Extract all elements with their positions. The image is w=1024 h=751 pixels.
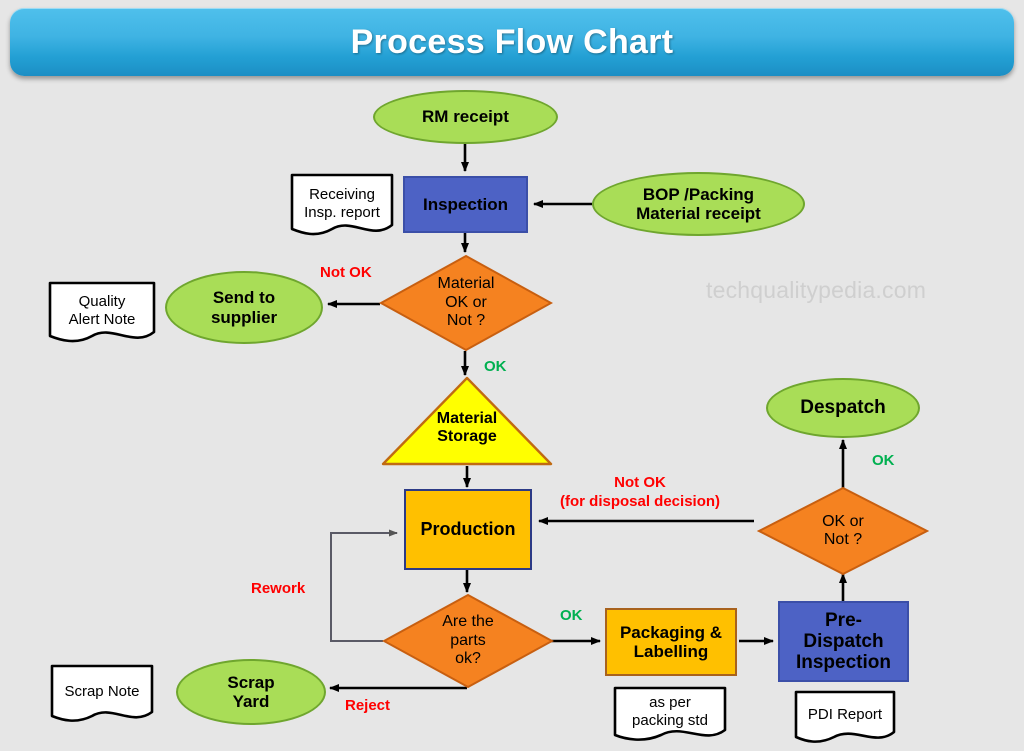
node-material-decision[interactable]: Material OK or Not ? [379, 254, 553, 352]
node-label-ok-or-not-decision: OK or Not ? [757, 486, 929, 576]
doc-text: PDI Report [807, 706, 883, 723]
node-pre-dispatch-inspection[interactable]: Pre- Dispatch Inspection [778, 601, 909, 682]
diamond-text: Material OK or Not ? [437, 275, 495, 330]
node-material-storage[interactable]: Material Storage [380, 375, 554, 467]
node-bop-packing-material-receipt[interactable]: BOP /Packing Material receipt [592, 172, 805, 236]
doc-text: Scrap Note [64, 683, 140, 700]
node-label-pre-dispatch-inspection: Pre- Dispatch Inspection [795, 609, 891, 674]
edge-label-material-ok: OK [484, 358, 507, 375]
node-label-bop-packing: BOP /Packing Material receipt [636, 184, 761, 223]
diamond-text: Are the parts ok? [442, 613, 494, 668]
node-label-send-to-supplier: Send to supplier [210, 288, 278, 327]
node-label-quality-alert-note: Quality Alert Note [48, 281, 156, 347]
node-packing-std-note[interactable]: as per packing std [613, 686, 727, 744]
flowchart-canvas: Process Flow Chart techqualitypedia.com [0, 0, 1024, 746]
node-label-scrap-note: Scrap Note [50, 664, 154, 726]
node-label-pdi-report: PDI Report [794, 690, 896, 746]
node-ok-or-not-decision[interactable]: OK or Not ? [757, 486, 929, 576]
doc-text: Receiving Insp. report [304, 185, 380, 221]
node-label-material-decision: Material OK or Not ? [379, 254, 553, 352]
node-label-material-storage: Material Storage [380, 410, 554, 447]
node-label-despatch: Despatch [800, 397, 886, 419]
node-label-packaging-labelling: Packaging & Labelling [619, 622, 723, 661]
node-inspection[interactable]: Inspection [403, 176, 528, 233]
node-parts-ok-decision[interactable]: Are the parts ok? [382, 593, 554, 689]
edge-label-disposal-not-ok: Not OK (for disposal decision) [560, 474, 721, 510]
node-despatch[interactable]: Despatch [766, 378, 920, 438]
node-receiving-insp-report[interactable]: Receiving Insp. report [290, 173, 394, 240]
node-scrap-yard[interactable]: Scrap Yard [176, 659, 326, 725]
tri-text: Material Storage [436, 410, 498, 446]
edge-label-rework: Rework [251, 580, 306, 597]
node-label-parts-ok-decision: Are the parts ok? [382, 593, 554, 689]
node-pdi-report[interactable]: PDI Report [794, 690, 896, 746]
node-quality-alert-note[interactable]: Quality Alert Note [48, 281, 156, 347]
node-scrap-note[interactable]: Scrap Note [50, 664, 154, 726]
diamond-text: OK or Not ? [822, 512, 864, 548]
edge-label-parts-ok: OK [560, 607, 583, 624]
node-label-receiving-insp-report: Receiving Insp. report [290, 173, 394, 240]
edge-label-material-not-ok: Not OK [320, 264, 372, 281]
node-label-inspection: Inspection [422, 194, 508, 214]
node-label-packing-std-note: as per packing std [613, 686, 727, 744]
node-label-scrap-yard: Scrap Yard [227, 672, 275, 711]
edge-label-reject: Reject [345, 697, 391, 714]
doc-text: Quality Alert Note [68, 293, 136, 328]
node-label-production: Production [420, 519, 516, 540]
node-production[interactable]: Production [404, 489, 532, 570]
doc-text: as per packing std [632, 694, 708, 729]
node-packaging-labelling[interactable]: Packaging & Labelling [605, 608, 737, 676]
node-label-rm-receipt: RM receipt [422, 107, 509, 127]
node-rm-receipt[interactable]: RM receipt [373, 90, 558, 144]
edge-label-despatch-ok: OK [872, 452, 895, 469]
node-send-to-supplier[interactable]: Send to supplier [165, 271, 323, 344]
